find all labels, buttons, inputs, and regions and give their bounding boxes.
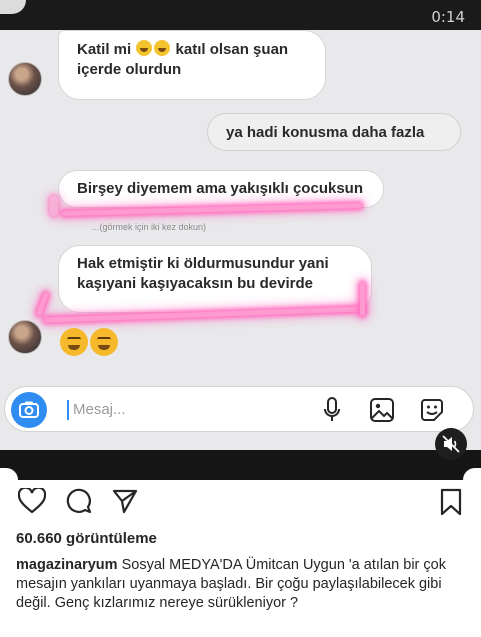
view-count[interactable]: 60.660 görüntüleme bbox=[16, 530, 157, 547]
video-bottom-bar bbox=[0, 450, 481, 480]
double-tap-hint: ...(görmek için iki kez dokun) bbox=[92, 222, 207, 232]
camera-icon bbox=[19, 401, 39, 418]
text-caret bbox=[67, 400, 69, 420]
message-bubble-3: Birşey diyemem ama yakışıklı çocuksun bbox=[58, 170, 384, 208]
mute-button[interactable] bbox=[435, 428, 467, 460]
image-icon[interactable] bbox=[369, 397, 395, 423]
mute-icon bbox=[442, 435, 460, 453]
thinking-emoji-icon bbox=[90, 328, 118, 356]
message-text: Katil mi bbox=[77, 41, 132, 58]
share-icon[interactable] bbox=[112, 488, 138, 514]
status-bar-notch bbox=[0, 0, 26, 14]
bookmark-icon[interactable] bbox=[440, 488, 462, 516]
username-link[interactable]: magazinaryum bbox=[16, 557, 118, 573]
message-text: kaşıyani kaşıyacaksın bu devirde bbox=[77, 275, 313, 292]
camera-button[interactable] bbox=[11, 392, 47, 428]
message-bubble-4: Hak etmiştir ki öldurmusundur yani kaşıy… bbox=[58, 245, 372, 313]
heart-icon[interactable] bbox=[18, 488, 46, 514]
sticker-icon[interactable] bbox=[419, 397, 445, 423]
avatar[interactable] bbox=[8, 62, 42, 96]
message-text: katıl olsan şuan bbox=[175, 41, 289, 58]
status-time: 0:14 bbox=[431, 8, 465, 26]
message-text: ya hadi konusma daha fazla bbox=[226, 124, 425, 141]
message-text: Hak etmiştir ki öldurmusundur yani bbox=[77, 255, 329, 272]
avatar[interactable] bbox=[8, 320, 42, 354]
message-text: Birşey diyemem ama yakışıklı çocuksun bbox=[77, 180, 363, 197]
video-frame[interactable]: 0:14 Katil mi katıl olsan şuan içerde ol… bbox=[0, 0, 481, 480]
frame-corner bbox=[0, 468, 18, 480]
highlight-mark bbox=[36, 291, 49, 317]
status-bar: 0:14 bbox=[0, 0, 481, 30]
frame-corner bbox=[463, 468, 481, 480]
message-bubble-2: ya hadi konusma daha fazla bbox=[207, 113, 461, 151]
reaction-emojis bbox=[60, 328, 120, 358]
grinning-emoji-icon bbox=[154, 40, 171, 56]
grinning-emoji-icon bbox=[136, 40, 153, 56]
post-actions bbox=[0, 486, 481, 520]
microphone-icon[interactable] bbox=[323, 397, 341, 423]
message-bubble-1: Katil mi katıl olsan şuan içerde olurdun bbox=[58, 30, 326, 100]
smiling-emoji-icon bbox=[60, 328, 88, 356]
comment-icon[interactable] bbox=[66, 488, 92, 514]
highlight-mark bbox=[360, 282, 365, 316]
message-input[interactable]: Mesaj... bbox=[73, 401, 126, 418]
message-composer[interactable]: Mesaj... bbox=[4, 386, 474, 432]
message-text: içerde olurdun bbox=[77, 61, 182, 78]
highlight-mark bbox=[50, 196, 58, 216]
post-caption: magazinaryum Sosyal MEDYA'DA Ümitcan Uyg… bbox=[16, 556, 468, 613]
